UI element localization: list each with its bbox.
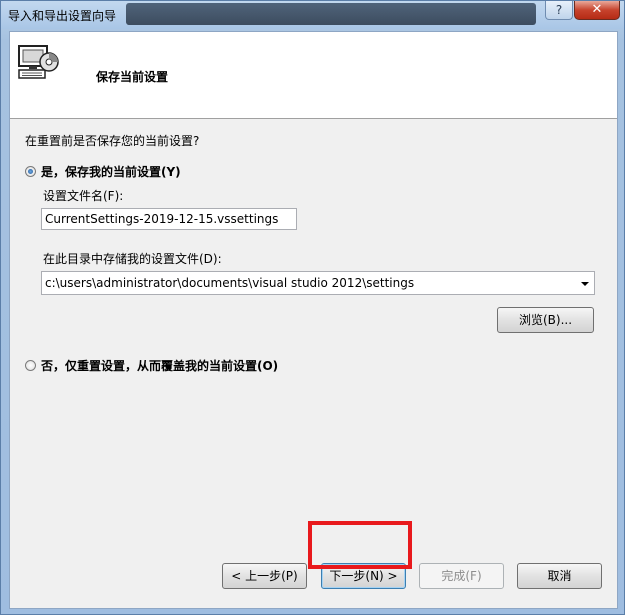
page-title: 保存当前设置: [96, 70, 169, 84]
browse-button[interactable]: 浏览(B)...: [497, 307, 594, 333]
header-panel: 保存当前设置: [10, 32, 617, 119]
cancel-button[interactable]: 取消: [517, 563, 602, 589]
overwrite-settings-radio[interactable]: [25, 360, 36, 371]
filename-label: 设置文件名(F):: [43, 189, 124, 203]
back-button[interactable]: < 上一步(P): [222, 563, 307, 589]
directory-label: 在此目录中存储我的设置文件(D):: [43, 252, 222, 266]
title-bar[interactable]: 导入和导出设置向导 ? ✕: [1, 1, 624, 29]
close-button[interactable]: ✕: [574, 1, 620, 20]
settings-monitor-icon: [18, 45, 59, 79]
directory-combobox[interactable]: c:\users\administrator\documents\visual …: [41, 271, 595, 295]
background-taskbar-strip: [126, 3, 536, 25]
dropdown-arrow-icon[interactable]: [581, 282, 589, 286]
overwrite-settings-label[interactable]: 否，仅重置设置，从而覆盖我的当前设置(O): [41, 357, 278, 374]
finish-button[interactable]: 完成(F): [419, 563, 504, 589]
red-highlight-box: [308, 521, 412, 569]
window-title: 导入和导出设置向导: [8, 9, 117, 23]
question-text: 在重置前是否保存您的当前设置?: [25, 134, 200, 148]
filename-input[interactable]: [41, 208, 297, 230]
directory-value: c:\users\administrator\documents\visual …: [45, 276, 415, 290]
save-settings-label[interactable]: 是，保存我的当前设置(Y): [41, 163, 181, 180]
help-button[interactable]: ?: [545, 1, 573, 20]
taskbar-tab: [136, 7, 226, 21]
wizard-window: 导入和导出设置向导 ? ✕ 保存当前设置 在重置前是否保存您的当前设置? 是，保…: [0, 0, 625, 615]
save-settings-radio[interactable]: [25, 166, 36, 177]
